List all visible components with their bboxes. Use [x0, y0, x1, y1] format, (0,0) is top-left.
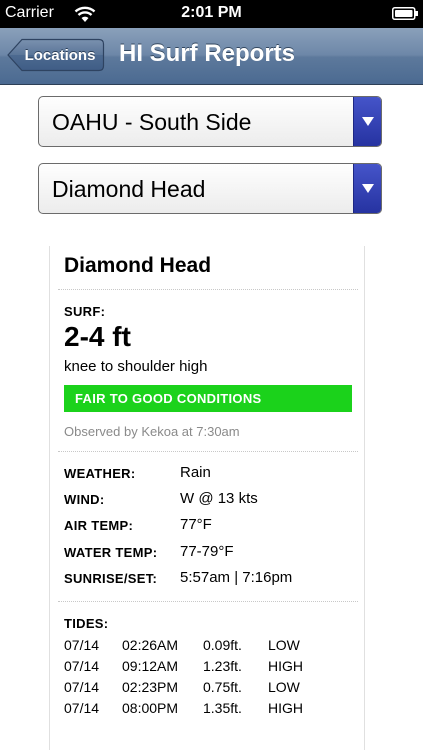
wind-label: WIND:: [64, 492, 105, 507]
island-select[interactable]: OAHU - South Side: [38, 96, 382, 147]
tide-height: 0.75ft.: [203, 679, 242, 695]
air-temp-label: AIR TEMP:: [64, 518, 134, 533]
water-temp-label: WATER TEMP:: [64, 545, 158, 560]
wind-value: W @ 13 kts: [180, 490, 258, 507]
dropdown-arrow-icon: [353, 97, 381, 146]
tide-time: 08:00PM: [122, 700, 179, 716]
divider: [58, 601, 358, 602]
water-temp-value: 77-79°F: [180, 543, 234, 560]
surf-label: SURF:: [64, 304, 106, 319]
divider: [58, 451, 358, 452]
spot-select-value: Diamond Head: [52, 176, 206, 202]
tide-height: 0.09ft.: [203, 637, 242, 653]
status-bar: Carrier 2:01 PM: [0, 0, 423, 28]
tide-time: 02:26AM: [122, 637, 179, 653]
tide-date: 07/14: [64, 658, 100, 674]
tide-type: LOW: [268, 637, 300, 653]
surf-height: 2-4 ft: [64, 321, 131, 352]
weather-value: Rain: [180, 464, 211, 481]
locations-back-button[interactable]: Locations: [7, 38, 105, 72]
spot-select[interactable]: Diamond Head: [38, 163, 382, 214]
observed-by-text: Observed by Kekoa at 7:30am: [64, 424, 240, 439]
battery-icon: [392, 7, 418, 20]
air-temp-value: 77°F: [180, 516, 212, 533]
tide-type: LOW: [268, 679, 300, 695]
dropdown-arrow-icon: [353, 164, 381, 213]
tide-time: 09:12AM: [122, 658, 179, 674]
report-spot-name: Diamond Head: [64, 254, 212, 277]
sunrise-set-label: SUNRISE/SET:: [64, 571, 158, 586]
divider: [58, 289, 358, 290]
navigation-bar: Locations HI Surf Reports: [0, 28, 423, 85]
island-select-value: OAHU - South Side: [52, 109, 252, 135]
surf-report-card: Diamond Head SURF: 2-4 ft knee to should…: [49, 246, 365, 750]
conditions-badge: FAIR TO GOOD CONDITIONS: [64, 385, 352, 412]
tide-height: 1.23ft.: [203, 658, 242, 674]
surf-description: knee to shoulder high: [64, 358, 208, 375]
tides-label: TIDES:: [64, 616, 109, 631]
weather-label: WEATHER:: [64, 466, 136, 481]
page-title: HI Surf Reports: [119, 40, 296, 67]
sunrise-set-value: 5:57am | 7:16pm: [180, 569, 293, 586]
tide-time: 02:23PM: [122, 679, 179, 695]
tide-date: 07/14: [64, 637, 100, 653]
tide-date: 07/14: [64, 700, 100, 716]
tide-date: 07/14: [64, 679, 100, 695]
tide-type: HIGH: [268, 700, 303, 716]
back-button-label: Locations: [24, 46, 96, 64]
tide-height: 1.35ft.: [203, 700, 242, 716]
tide-type: HIGH: [268, 658, 303, 674]
status-time: 2:01 PM: [181, 4, 242, 21]
